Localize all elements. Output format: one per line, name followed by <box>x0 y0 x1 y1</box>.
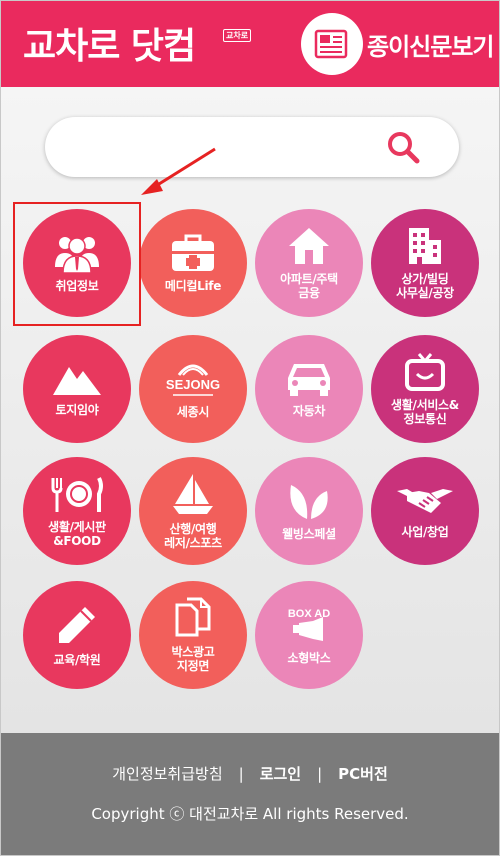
privacy-policy-link[interactable]: 개인정보취급방침 <box>112 763 222 784</box>
category-label: 세종시 <box>176 405 210 419</box>
pc-version-link[interactable]: PC버전 <box>338 763 388 784</box>
handshake-icon <box>397 489 453 513</box>
sailboat-icon <box>173 474 213 514</box>
copyright-text: Copyright ⓒ 대전교차로 All rights Reserved. <box>91 805 409 823</box>
category-label: 웰빙스페셜 <box>282 527 336 541</box>
building-icon <box>409 228 441 264</box>
category-car[interactable]: 자동차 <box>255 335 363 443</box>
category-sejong[interactable]: SEJONG 세종시 <box>139 335 247 443</box>
category-label: 생활/서비스& 정보통신 <box>391 398 459 426</box>
category-label: 박스광고 지정면 <box>171 645 215 673</box>
mountain-icon <box>53 367 101 395</box>
pencil-icon <box>59 607 95 643</box>
category-label: 자동차 <box>292 404 326 418</box>
house-icon <box>289 228 329 264</box>
category-life-service[interactable]: 생활/서비스& 정보통신 <box>371 335 479 443</box>
category-apartment[interactable]: 아파트/주택 금융 <box>255 209 363 317</box>
logo-badge: 교차로 <box>223 29 252 42</box>
login-link[interactable]: 로그인 <box>260 763 301 784</box>
leaves-icon <box>290 485 328 519</box>
annotation-arrow-icon <box>141 147 216 195</box>
footer-separator: | <box>317 764 323 783</box>
newspaper-icon <box>301 13 363 75</box>
car-icon <box>288 364 330 396</box>
medkit-icon <box>172 234 214 271</box>
main-area: 취업정보 메디컬Life 아파트/주택 금융 상가/빌딩 사무실/공장 토지임야… <box>1 87 499 733</box>
category-small-box[interactable]: BOX AD 소형박스 <box>255 581 363 689</box>
people-icon <box>55 237 99 273</box>
page-frame: 교차로 닷컴 교차로 종이신문보기 취업정보 메디컬Life 아파트/주택 금융… <box>0 0 500 856</box>
category-label: 사업/창업 <box>401 525 449 539</box>
sejong-logo-icon: SEJONG <box>166 364 220 396</box>
category-wellbeing[interactable]: 웰빙스페셜 <box>255 457 363 565</box>
svg-text:SEJONG: SEJONG <box>166 377 220 392</box>
paper-newspaper-label: 종이신문보기 <box>367 32 494 61</box>
category-label: 토지임야 <box>55 403 99 417</box>
category-label: 교육/학원 <box>53 653 101 667</box>
header: 교차로 닷컴 교차로 종이신문보기 <box>1 1 499 87</box>
category-travel[interactable]: 산행/여행 레저/스포츠 <box>139 457 247 565</box>
category-commercial[interactable]: 상가/빌딩 사무실/공장 <box>371 209 479 317</box>
site-logo[interactable]: 교차로 닷컴 <box>23 17 196 69</box>
category-medical[interactable]: 메디컬Life <box>139 209 247 317</box>
footer-separator: | <box>238 764 244 783</box>
category-land[interactable]: 토지임야 <box>23 335 131 443</box>
category-box-ad-page[interactable]: 박스광고 지정면 <box>139 581 247 689</box>
category-label: 상가/빌딩 사무실/공장 <box>396 272 454 300</box>
documents-icon <box>175 597 211 637</box>
box-ad-icon: BOX AD <box>288 608 330 641</box>
footer-links: 개인정보취급방침 | 로그인 | PC버전 <box>1 763 499 784</box>
category-label: 메디컬Life <box>164 279 222 293</box>
footer: 개인정보취급방침 | 로그인 | PC버전 Copyright ⓒ 대전교차로 … <box>1 733 499 855</box>
tv-icon <box>405 353 445 391</box>
category-label: 소형박스 <box>287 651 331 665</box>
category-label: 산행/여행 레저/스포츠 <box>164 522 222 550</box>
category-business[interactable]: 사업/창업 <box>371 457 479 565</box>
category-education[interactable]: 교육/학원 <box>23 581 131 689</box>
paper-newspaper-button[interactable]: 종이신문보기 <box>301 13 494 75</box>
category-grid: 취업정보 메디컬Life 아파트/주택 금융 상가/빌딩 사무실/공장 토지임야… <box>1 87 499 733</box>
category-label: 취업정보 <box>55 279 99 293</box>
svg-text:BOX AD: BOX AD <box>288 608 330 620</box>
category-label: 아파트/주택 금융 <box>280 272 338 300</box>
category-label: 생활/게시판 &FOOD <box>48 520 106 548</box>
category-jobs[interactable]: 취업정보 <box>23 209 131 317</box>
category-food[interactable]: 생활/게시판 &FOOD <box>23 457 131 565</box>
dining-icon <box>51 477 103 512</box>
